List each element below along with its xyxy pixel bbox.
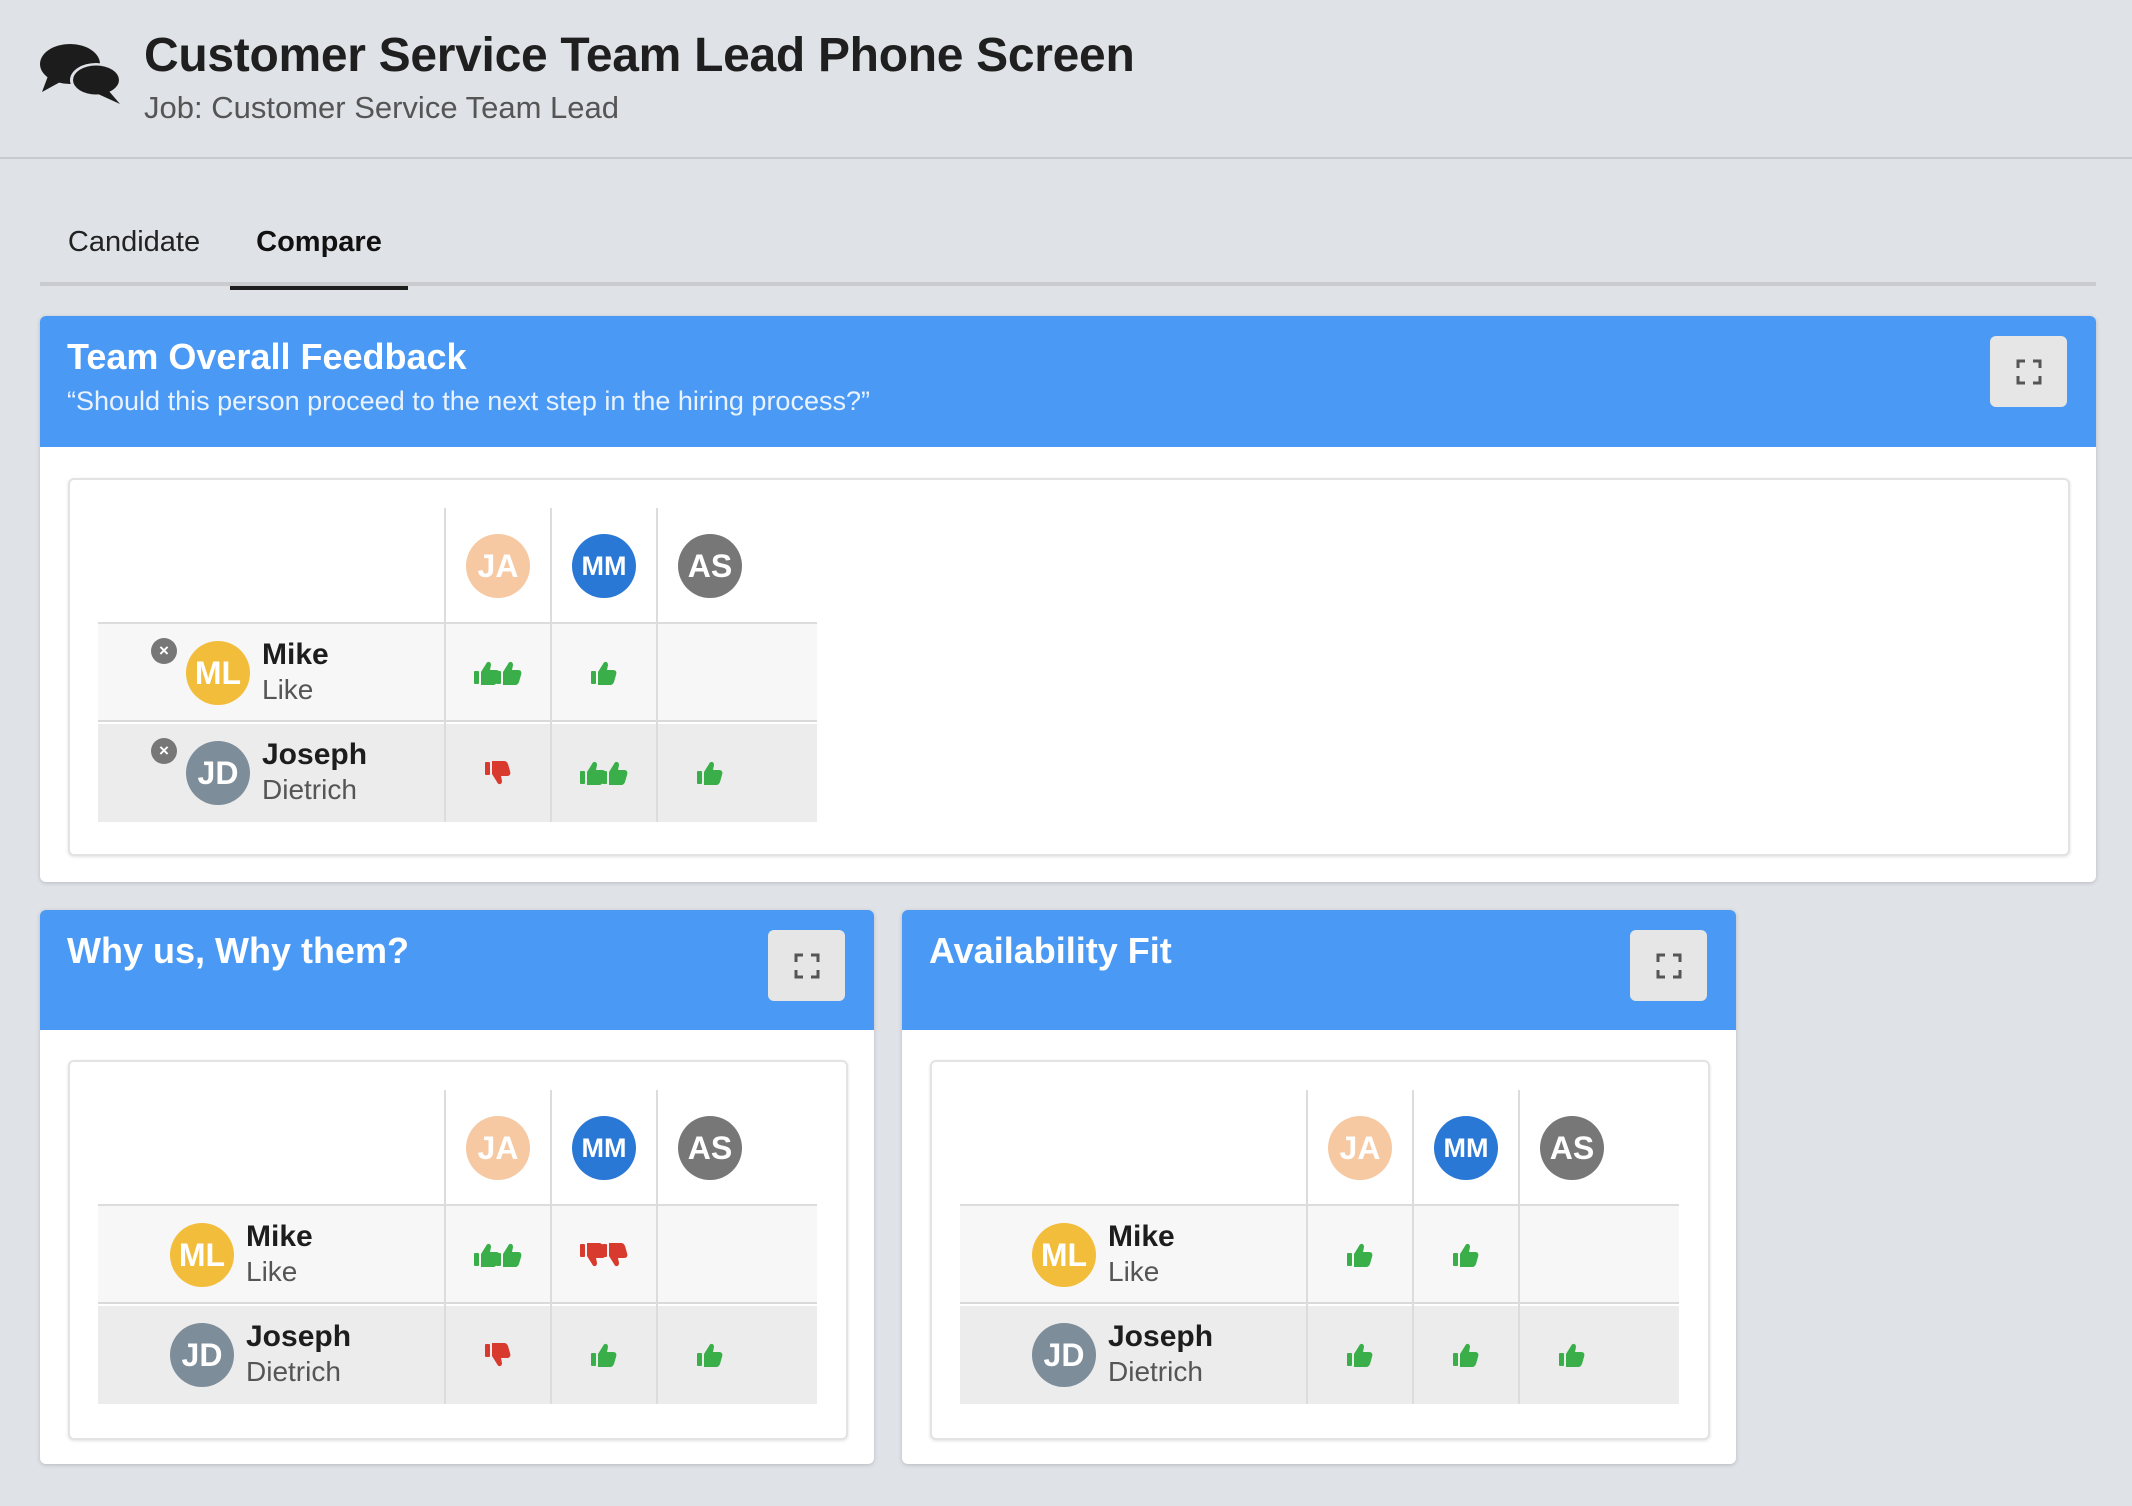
header-divider — [98, 622, 817, 624]
candidate-last-name: Dietrich — [262, 774, 357, 805]
column-divider — [550, 1090, 552, 1404]
thumbs-up-icon — [1559, 1343, 1585, 1367]
candidate-avatar: ML — [170, 1223, 234, 1287]
double-thumbs-up-icon — [474, 661, 522, 685]
tab-compare[interactable]: Compare — [230, 200, 408, 290]
candidate-first-name: Mike — [262, 638, 329, 671]
reviewer-avatar: AS — [678, 534, 742, 598]
candidate-avatar: JD — [1032, 1323, 1096, 1387]
reviewer-avatar: MM — [572, 534, 636, 598]
double-thumbs-up-icon — [580, 761, 628, 785]
reviewer-avatar: MM — [572, 1116, 636, 1180]
panel-header: Availability Fit — [902, 910, 1736, 1030]
comparison-grid: JA MM AS ML Mike Like JD Joseph Dietrich — [960, 1090, 1690, 1404]
reviewer-avatar: AS — [1540, 1116, 1604, 1180]
comparison-card: JA MM AS × ML Mike Like × JD Joseph Dietrich — [68, 478, 2070, 856]
header-divider — [98, 1204, 817, 1206]
thumbs-up-icon — [697, 761, 723, 785]
double-thumbs-down-icon — [580, 1243, 628, 1267]
candidate-avatar: JD — [170, 1323, 234, 1387]
expand-button[interactable] — [1630, 930, 1707, 1001]
column-divider — [656, 508, 658, 822]
candidate-last-name: Dietrich — [1108, 1356, 1203, 1387]
column-divider — [1412, 1090, 1414, 1404]
panel-header: Team Overall Feedback “Should this perso… — [40, 316, 2096, 447]
comparison-card: JA MM AS ML Mike Like JD Joseph Dietrich — [68, 1060, 848, 1440]
tab-bar: Candidate Compare — [40, 200, 2096, 290]
double-thumbs-up-icon — [474, 1243, 522, 1267]
candidate-first-name: Mike — [246, 1220, 313, 1253]
candidate-first-name: Joseph — [262, 738, 368, 771]
panel-question: “Should this person proceed to the next … — [67, 386, 870, 416]
expand-button[interactable] — [768, 930, 845, 1001]
header-divider — [960, 1204, 1679, 1206]
thumbs-up-icon — [1453, 1243, 1479, 1267]
column-divider — [550, 508, 552, 822]
candidate-first-name: Mike — [1108, 1220, 1175, 1253]
panel-header: Why us, Why them? — [40, 910, 874, 1030]
panel-title: Availability Fit — [929, 930, 1172, 971]
thumbs-up-icon — [1347, 1343, 1373, 1367]
column-divider — [444, 508, 446, 822]
thumbs-down-icon — [485, 1343, 511, 1367]
candidate-first-name: Joseph — [246, 1320, 352, 1353]
comparison-card: JA MM AS ML Mike Like JD Joseph Dietrich — [930, 1060, 1710, 1440]
column-divider — [1306, 1090, 1308, 1404]
candidate-avatar: JD — [186, 741, 250, 805]
comparison-grid: JA MM AS × ML Mike Like × JD Joseph Dietrich — [98, 508, 828, 822]
reviewer-avatar: JA — [466, 1116, 530, 1180]
candidate-last-name: Like — [1108, 1256, 1160, 1287]
thumbs-down-icon — [485, 761, 511, 785]
thumbs-up-icon — [1453, 1343, 1479, 1367]
comparison-grid: JA MM AS ML Mike Like JD Joseph Dietrich — [98, 1090, 828, 1404]
candidate-avatar: ML — [186, 641, 250, 705]
candidate-first-name: Joseph — [1108, 1320, 1214, 1353]
candidate-last-name: Like — [246, 1256, 298, 1287]
expand-button[interactable] — [1990, 336, 2067, 407]
team-overall-feedback-panel: Team Overall Feedback “Should this perso… — [40, 316, 2096, 882]
reviewer-avatar: JA — [466, 534, 530, 598]
candidate-last-name: Like — [262, 674, 314, 705]
expand-icon — [1656, 953, 1681, 978]
reviewer-avatar: JA — [1328, 1116, 1392, 1180]
thumbs-up-icon — [697, 1343, 723, 1367]
availability-fit-panel: Availability Fit JA MM AS ML Mike Like JD Josep… — [902, 910, 1736, 1464]
column-divider — [1518, 1090, 1520, 1404]
reviewer-avatar: AS — [678, 1116, 742, 1180]
column-divider — [656, 1090, 658, 1404]
page-title: Customer Service Team Lead Phone Screen — [144, 29, 1135, 82]
job-subtitle: Job: Customer Service Team Lead — [144, 90, 619, 125]
expand-icon — [794, 953, 819, 978]
column-divider — [444, 1090, 446, 1404]
candidate-last-name: Dietrich — [246, 1356, 341, 1387]
panel-title: Why us, Why them? — [67, 930, 409, 971]
thumbs-up-icon — [591, 661, 617, 685]
reviewer-avatar: MM — [1434, 1116, 1498, 1180]
chat-bubbles-icon — [40, 44, 122, 104]
thumbs-up-icon — [1347, 1243, 1373, 1267]
tab-candidate[interactable]: Candidate — [40, 200, 228, 286]
thumbs-up-icon — [591, 1343, 617, 1367]
candidate-avatar: ML — [1032, 1223, 1096, 1287]
why-us-why-them-panel: Why us, Why them? JA MM AS ML Mike Like JD Jose… — [40, 910, 874, 1464]
expand-icon — [2016, 359, 2041, 384]
page-header: Customer Service Team Lead Phone Screen … — [0, 0, 2132, 159]
remove-candidate-button[interactable]: × — [151, 638, 177, 664]
panel-title: Team Overall Feedback — [67, 336, 467, 377]
remove-candidate-button[interactable]: × — [151, 738, 177, 764]
